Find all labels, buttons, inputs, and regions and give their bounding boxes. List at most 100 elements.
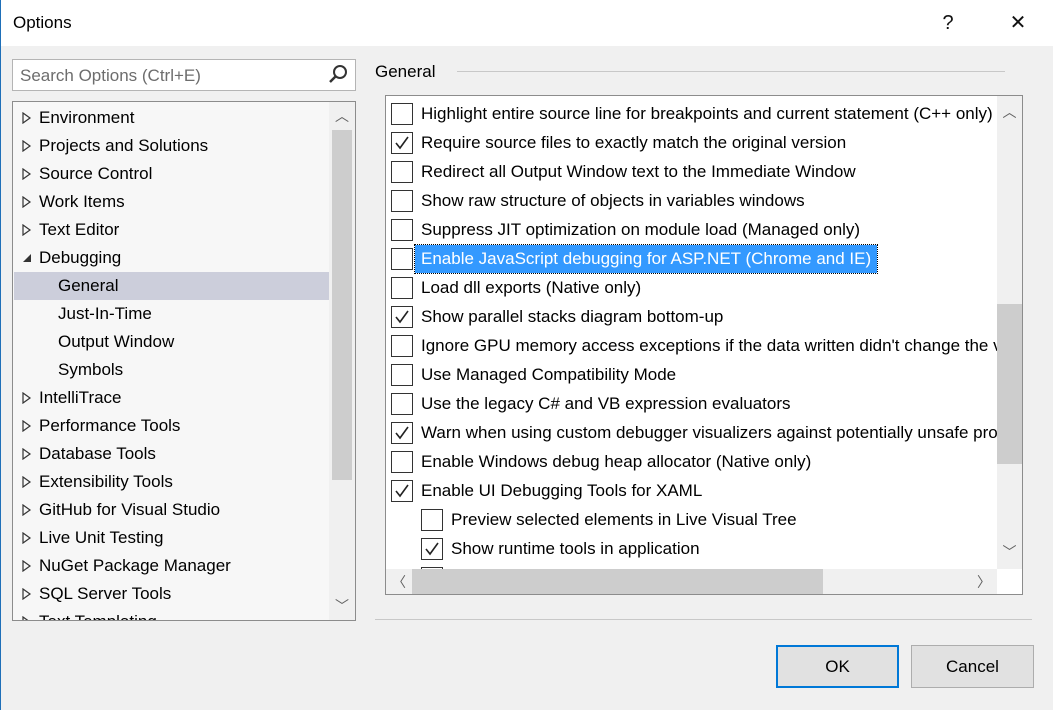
collapsed-arrow-icon[interactable] (21, 392, 33, 404)
tree-item-label: Performance Tools (39, 416, 181, 435)
tree-scrollbar[interactable]: ︿ ﹀ (329, 102, 355, 620)
tree-item-label: Text Templating (39, 608, 157, 620)
tree-item[interactable]: Just-In-Time (14, 300, 329, 328)
collapsed-arrow-icon[interactable] (21, 476, 33, 488)
options-list[interactable]: Show runtime tools in application Preview… (385, 95, 1023, 595)
collapsed-arrow-icon[interactable] (21, 196, 33, 208)
checkbox[interactable] (391, 277, 413, 299)
tree-item[interactable]: Source Control (14, 160, 329, 188)
tree-item[interactable]: SQL Server Tools (14, 580, 329, 608)
checkbox[interactable] (391, 335, 413, 357)
tree-item[interactable]: Environment (14, 104, 329, 132)
option-label: Enable UI Debugging Tools for XAML (421, 481, 703, 500)
tree-item-label: Symbols (58, 360, 124, 379)
collapsed-arrow-icon[interactable] (21, 448, 33, 460)
option-label: Show parallel stacks diagram bottom-up (421, 307, 724, 326)
collapsed-arrow-icon[interactable] (21, 112, 33, 124)
option-label: Preview selected elements in Live Visual… (451, 510, 797, 529)
tree-item[interactable]: IntelliTrace (14, 384, 329, 412)
checkbox[interactable] (391, 451, 413, 473)
checkmark-icon (395, 484, 409, 498)
checkbox[interactable] (421, 538, 443, 560)
expanded-arrow-icon[interactable] (21, 252, 33, 264)
scroll-left-icon[interactable]: 〈 (386, 572, 412, 592)
checkbox[interactable] (391, 219, 413, 241)
tree-item-label: Environment (39, 108, 135, 127)
tree-item[interactable]: Live Unit Testing (14, 524, 329, 552)
option-label: Use the legacy C# and VB expression eval… (421, 394, 791, 413)
tree-item[interactable]: Text Templating (14, 608, 329, 621)
options-dialog: Options ? ✕ Search Options (Ctrl+E) Text… (0, 0, 1053, 710)
scroll-right-icon[interactable]: 〉 (971, 572, 997, 592)
checkbox[interactable] (391, 132, 413, 154)
options-hscroll-thumb[interactable] (412, 569, 823, 594)
options-vertical-scrollbar[interactable]: ︿ ﹀ (997, 96, 1022, 569)
tree-item[interactable]: Text Editor (14, 216, 329, 244)
tree-item-label: Database Tools (39, 444, 156, 463)
checkbox[interactable] (391, 190, 413, 212)
help-button[interactable]: ? (931, 8, 965, 38)
option-label: Use Managed Compatibility Mode (421, 365, 677, 384)
tree-item[interactable]: Performance Tools (14, 412, 329, 440)
footer-divider (375, 619, 1032, 620)
option-label: Highlight entire source line for breakpo… (421, 104, 993, 123)
tree-item[interactable]: Projects and Solutions (14, 132, 329, 160)
tree-item-label: General (58, 276, 119, 295)
collapsed-arrow-icon[interactable] (21, 420, 33, 432)
options-vscroll-thumb[interactable] (997, 304, 1022, 464)
tree-item[interactable]: Work Items (14, 188, 329, 216)
collapsed-arrow-icon[interactable] (21, 140, 33, 152)
checkbox[interactable] (391, 161, 413, 183)
checkbox[interactable] (391, 480, 413, 502)
tree-item-label: Debugging (39, 248, 122, 267)
tree-item[interactable]: NuGet Package Manager (14, 552, 329, 580)
tree-item[interactable]: Debugging (14, 244, 329, 272)
cancel-button[interactable]: Cancel (911, 645, 1034, 688)
tree-item[interactable]: Output Window (14, 328, 329, 356)
search-icon[interactable] (327, 63, 349, 85)
collapsed-arrow-icon[interactable] (21, 168, 33, 180)
search-options-input[interactable]: Search Options (Ctrl+E) (12, 59, 356, 91)
options-horizontal-scrollbar[interactable]: 〈 〉 (386, 569, 997, 594)
checkbox[interactable] (391, 393, 413, 415)
tree-item-label: NuGet Package Manager (39, 556, 231, 575)
tree-item-label: GitHub for Visual Studio (39, 500, 221, 519)
collapsed-arrow-icon[interactable] (21, 504, 33, 516)
options-tree[interactable]: Text Templating SQL Server Tools NuGet Pac… (12, 101, 356, 621)
checkmark-icon (425, 542, 439, 556)
checkbox[interactable] (391, 364, 413, 386)
collapsed-arrow-icon[interactable] (21, 560, 33, 572)
tree-scroll-thumb[interactable] (332, 130, 352, 480)
section-title: General (375, 62, 436, 81)
checkmark-icon (395, 136, 409, 150)
option-label: Enable JavaScript debugging for ASP.NET … (413, 244, 879, 274)
close-button[interactable]: ✕ (1001, 8, 1035, 38)
tree-item-label: Output Window (58, 332, 175, 351)
tree-item[interactable]: Database Tools (14, 440, 329, 468)
checkmark-icon (395, 310, 409, 324)
tree-item[interactable]: General (14, 272, 329, 300)
option-label: Require source files to exactly match th… (421, 133, 847, 152)
option-label: Warn when using custom debugger visualiz… (421, 423, 1023, 442)
collapsed-arrow-icon[interactable] (21, 224, 33, 236)
checkbox[interactable] (391, 422, 413, 444)
checkbox[interactable] (391, 103, 413, 125)
scroll-up-icon[interactable]: ︿ (329, 106, 355, 126)
option-label: Show runtime tools in application (451, 539, 700, 558)
ok-button[interactable]: OK (776, 645, 899, 688)
collapsed-arrow-icon[interactable] (21, 616, 33, 621)
collapsed-arrow-icon[interactable] (21, 532, 33, 544)
checkbox[interactable] (391, 248, 413, 270)
collapsed-arrow-icon[interactable] (21, 588, 33, 600)
scroll-down-icon[interactable]: ﹀ (329, 596, 355, 616)
title-bar: Options ? ✕ (1, 0, 1053, 46)
window-title: Options (13, 13, 72, 32)
tree-item-label: SQL Server Tools (39, 584, 172, 603)
tree-item[interactable]: Symbols (14, 356, 329, 384)
tree-item[interactable]: Extensibility Tools (14, 468, 329, 496)
scroll-down-icon[interactable]: ﹀ (997, 542, 1022, 562)
checkbox[interactable] (421, 509, 443, 531)
checkbox[interactable] (391, 306, 413, 328)
scroll-up-icon[interactable]: ︿ (997, 102, 1022, 122)
tree-item[interactable]: GitHub for Visual Studio (14, 496, 329, 524)
